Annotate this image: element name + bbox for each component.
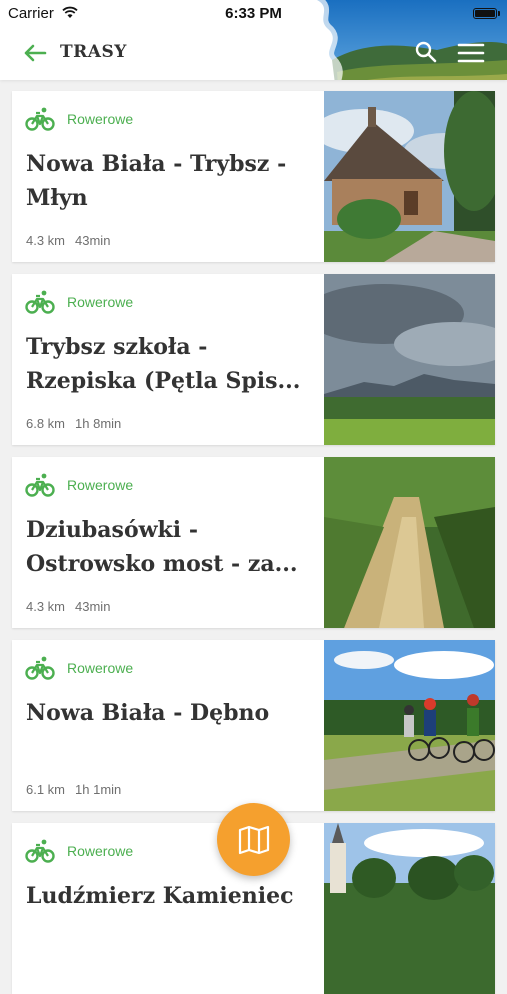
route-card[interactable]: Rowerowe Trybsz szkoła - Rzepiska (Pętla… [12, 274, 495, 445]
bicycle-icon [25, 107, 55, 131]
route-title: Trybsz szkoła - Rzepiska (Pętla Spis... [26, 334, 301, 394]
bicycle-icon [25, 656, 55, 680]
route-distance: 4.3 km [26, 599, 66, 614]
route-type: Rowerowe [25, 471, 133, 499]
route-title: Dziubasówki - Ostrowsko most - za... [26, 517, 298, 577]
route-meta: 4.3 km 43min [26, 233, 110, 248]
route-meta: 4.3 km 43min [26, 599, 110, 614]
bicycle-icon [25, 839, 55, 863]
route-type-label: Rowerowe [67, 660, 134, 676]
route-type: Rowerowe [25, 288, 133, 316]
route-title: Nowa Biała - Trybsz - Młyn [26, 151, 287, 211]
route-duration: 1h 8min [75, 416, 122, 431]
status-time: 6:33 PM [225, 5, 282, 22]
route-photo-village-church [324, 823, 495, 994]
menu-button[interactable] [456, 40, 486, 66]
route-distance: 4.3 km [26, 233, 66, 248]
hamburger-menu-icon [457, 43, 485, 63]
route-distance: 6.1 km [26, 782, 66, 797]
route-duration: 43min [75, 599, 111, 614]
battery-icon [473, 8, 500, 19]
route-card[interactable]: Rowerowe Nowa Biała - Dębno 6.1 km 1h 1mi… [12, 640, 495, 811]
map-view-button[interactable] [217, 803, 290, 876]
route-photo-cyclists [324, 640, 495, 811]
bicycle-icon [25, 290, 55, 314]
page-title: TRASY [60, 42, 127, 62]
route-photo-mountain-valley [324, 274, 495, 445]
route-type: Rowerowe [25, 105, 133, 133]
route-type-label: Rowerowe [67, 294, 134, 310]
route-photo-forest-path [324, 457, 495, 628]
search-button[interactable] [414, 40, 438, 64]
route-meta: 6.1 km 1h 1min [26, 782, 121, 797]
route-type-label: Rowerowe [67, 843, 134, 859]
route-title: Nowa Biała - Dębno [26, 700, 270, 726]
route-type-label: Rowerowe [67, 111, 134, 127]
route-distance: 6.8 km [26, 416, 66, 431]
search-icon [415, 41, 437, 63]
route-duration: 43min [75, 233, 111, 248]
status-bar: Carrier 6:33 PM [0, 0, 507, 28]
route-type: Rowerowe [25, 837, 133, 865]
route-meta: 6.8 km 1h 8min [26, 416, 121, 431]
bicycle-icon [25, 473, 55, 497]
route-type-label: Rowerowe [67, 477, 134, 493]
back-button[interactable] [20, 40, 50, 66]
route-type: Rowerowe [25, 654, 133, 682]
map-icon [238, 825, 269, 854]
route-card[interactable]: Rowerowe Nowa Biała - Trybsz - Młyn 4.3 … [12, 91, 495, 262]
route-duration: 1h 1min [75, 782, 122, 797]
route-photo-wooden-church [324, 91, 495, 262]
route-card[interactable]: Rowerowe Dziubasówki - Ostrowsko most - … [12, 457, 495, 628]
route-title: Ludźmierz Kamieniec [26, 883, 294, 909]
arrow-left-icon [24, 44, 47, 62]
